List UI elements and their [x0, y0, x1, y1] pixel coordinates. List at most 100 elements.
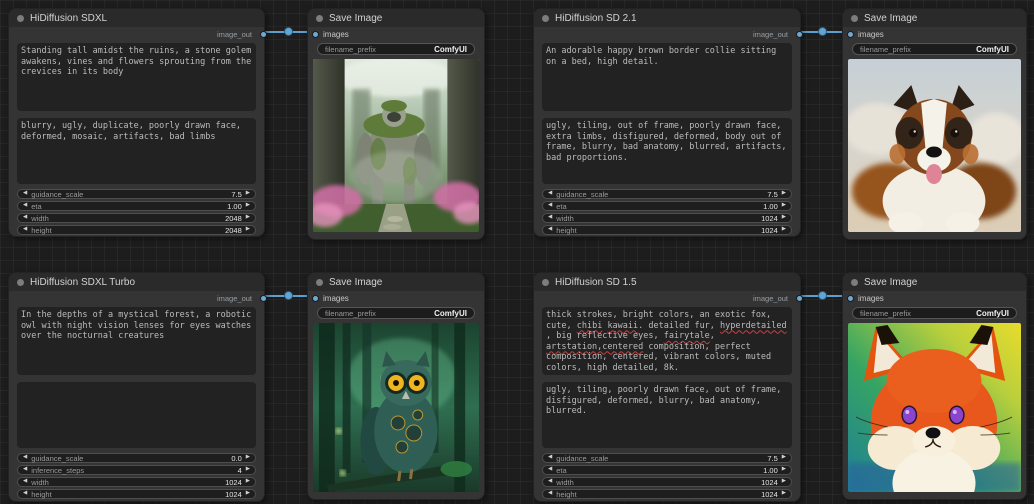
generated-image-golem[interactable] [313, 59, 479, 232]
widget-inference-steps[interactable]: ◀ inference_steps 4 ▶ [17, 465, 256, 475]
generated-image-owl[interactable] [313, 323, 479, 492]
decrement-arrow-icon[interactable]: ◀ [23, 215, 27, 221]
node-title-bar[interactable]: HiDiffusion SDXL Turbo [9, 273, 264, 291]
node-collapse-dot[interactable] [17, 14, 24, 22]
node-title-bar[interactable]: Save Image [843, 273, 1026, 291]
widget-eta[interactable]: ◀ eta 1.00 ▶ [17, 201, 256, 211]
link-reroute-dot[interactable] [284, 291, 293, 300]
decrement-arrow-icon[interactable]: ◀ [548, 191, 552, 197]
positive-prompt-textarea[interactable]: thick strokes, bright colors, an exotic … [542, 307, 792, 375]
widget-eta[interactable]: ◀ eta 1.00 ▶ [542, 465, 792, 475]
node-collapse-dot[interactable] [542, 278, 549, 286]
widget-guidance-scale[interactable]: ◀ guidance_scale 7.5 ▶ [542, 453, 792, 463]
link-reroute-dot[interactable] [818, 27, 827, 36]
link-reroute-dot[interactable] [284, 27, 293, 36]
filename-prefix-widget[interactable]: filename_prefix ComfyUI [852, 307, 1017, 319]
increment-arrow-icon[interactable]: ▶ [782, 491, 786, 497]
decrement-arrow-icon[interactable]: ◀ [548, 467, 552, 473]
decrement-arrow-icon[interactable]: ◀ [23, 203, 27, 209]
node-hidiffusion-sdxl[interactable]: HiDiffusion SDXL image_out Standing tall… [8, 8, 267, 237]
increment-arrow-icon[interactable]: ▶ [246, 491, 250, 497]
node-hidiffusion-sdxl-turbo[interactable]: HiDiffusion SDXL Turbo image_out In the … [8, 272, 267, 502]
negative-prompt-textarea[interactable] [17, 382, 256, 448]
image-out-port[interactable] [796, 31, 803, 38]
decrement-arrow-icon[interactable]: ◀ [23, 455, 27, 461]
widget-eta[interactable]: ◀ eta 1.00 ▶ [542, 201, 792, 211]
increment-arrow-icon[interactable]: ▶ [246, 227, 250, 233]
node-graph-canvas[interactable]: HiDiffusion SDXL image_out Standing tall… [0, 0, 1034, 504]
positive-prompt-textarea[interactable]: Standing tall amidst the ruins, a stone … [17, 43, 256, 111]
decrement-arrow-icon[interactable]: ◀ [548, 227, 552, 233]
increment-arrow-icon[interactable]: ▶ [246, 215, 250, 221]
widget-width[interactable]: ◀ width 1024 ▶ [542, 477, 792, 487]
increment-arrow-icon[interactable]: ▶ [782, 191, 786, 197]
node-title-bar[interactable]: HiDiffusion SD 1.5 [534, 273, 800, 291]
increment-arrow-icon[interactable]: ▶ [782, 215, 786, 221]
node-collapse-dot[interactable] [316, 278, 323, 286]
node-collapse-dot[interactable] [851, 14, 858, 22]
widget-width[interactable]: ◀ width 2048 ▶ [17, 213, 256, 223]
images-input-port[interactable] [312, 31, 319, 38]
increment-arrow-icon[interactable]: ▶ [246, 467, 250, 473]
widget-guidance-scale[interactable]: ◀ guidance_scale 0.0 ▶ [17, 453, 256, 463]
node-title-bar[interactable]: Save Image [308, 273, 484, 291]
node-hidiffusion-sd15[interactable]: HiDiffusion SD 1.5 image_out thick strok… [533, 272, 803, 502]
negative-prompt-textarea[interactable]: ugly, tiling, out of frame, poorly drawn… [542, 118, 792, 184]
images-input-port[interactable] [312, 295, 319, 302]
decrement-arrow-icon[interactable]: ◀ [548, 479, 552, 485]
increment-arrow-icon[interactable]: ▶ [782, 467, 786, 473]
link-reroute-dot[interactable] [818, 291, 827, 300]
image-out-port[interactable] [796, 295, 803, 302]
decrement-arrow-icon[interactable]: ◀ [23, 227, 27, 233]
widget-width[interactable]: ◀ width 1024 ▶ [542, 213, 792, 223]
widget-height[interactable]: ◀ height 1024 ▶ [542, 489, 792, 499]
increment-arrow-icon[interactable]: ▶ [782, 203, 786, 209]
node-collapse-dot[interactable] [316, 14, 323, 22]
decrement-arrow-icon[interactable]: ◀ [23, 191, 27, 197]
widget-height[interactable]: ◀ height 2048 ▶ [17, 225, 256, 235]
increment-arrow-icon[interactable]: ▶ [782, 455, 786, 461]
increment-arrow-icon[interactable]: ▶ [246, 191, 250, 197]
widget-guidance-scale[interactable]: ◀ guidance_scale 7.5 ▶ [17, 189, 256, 199]
widget-height[interactable]: ◀ height 1024 ▶ [542, 225, 792, 235]
node-collapse-dot[interactable] [851, 278, 858, 286]
images-input-port[interactable] [847, 295, 854, 302]
decrement-arrow-icon[interactable]: ◀ [23, 479, 27, 485]
images-input-port[interactable] [847, 31, 854, 38]
image-out-port[interactable] [260, 295, 267, 302]
widget-height[interactable]: ◀ height 1024 ▶ [17, 489, 256, 499]
decrement-arrow-icon[interactable]: ◀ [548, 203, 552, 209]
decrement-arrow-icon[interactable]: ◀ [23, 467, 27, 473]
negative-prompt-textarea[interactable]: blurry, ugly, duplicate, poorly drawn fa… [17, 118, 256, 184]
node-collapse-dot[interactable] [542, 14, 549, 22]
generated-image-dog[interactable] [848, 59, 1021, 232]
node-save-image-golem[interactable]: Save Image images filename_prefix ComfyU… [307, 8, 485, 240]
node-title-bar[interactable]: HiDiffusion SDXL [9, 9, 264, 27]
increment-arrow-icon[interactable]: ▶ [246, 479, 250, 485]
image-out-port[interactable] [260, 31, 267, 38]
increment-arrow-icon[interactable]: ▶ [246, 455, 250, 461]
node-save-image-owl[interactable]: Save Image images filename_prefix ComfyU… [307, 272, 485, 500]
node-title-bar[interactable]: Save Image [308, 9, 484, 27]
decrement-arrow-icon[interactable]: ◀ [23, 491, 27, 497]
positive-prompt-textarea[interactable]: In the depths of a mystical forest, a ro… [17, 307, 256, 375]
generated-image-fox[interactable] [848, 323, 1021, 492]
decrement-arrow-icon[interactable]: ◀ [548, 455, 552, 461]
node-title-bar[interactable]: Save Image [843, 9, 1026, 27]
increment-arrow-icon[interactable]: ▶ [246, 203, 250, 209]
negative-prompt-textarea[interactable]: ugly, tiling, poorly drawn face, out of … [542, 382, 792, 448]
filename-prefix-widget[interactable]: filename_prefix ComfyUI [317, 43, 475, 55]
decrement-arrow-icon[interactable]: ◀ [548, 491, 552, 497]
widget-guidance-scale[interactable]: ◀ guidance_scale 7.5 ▶ [542, 189, 792, 199]
positive-prompt-textarea[interactable]: An adorable happy brown border collie si… [542, 43, 792, 111]
node-hidiffusion-sd21[interactable]: HiDiffusion SD 2.1 image_out An adorable… [533, 8, 803, 237]
widget-width[interactable]: ◀ width 1024 ▶ [17, 477, 256, 487]
increment-arrow-icon[interactable]: ▶ [782, 479, 786, 485]
increment-arrow-icon[interactable]: ▶ [782, 227, 786, 233]
decrement-arrow-icon[interactable]: ◀ [548, 215, 552, 221]
node-save-image-fox[interactable]: Save Image images filename_prefix ComfyU… [842, 272, 1027, 500]
node-save-image-dog[interactable]: Save Image images filename_prefix ComfyU… [842, 8, 1027, 240]
filename-prefix-widget[interactable]: filename_prefix ComfyUI [852, 43, 1017, 55]
node-collapse-dot[interactable] [17, 278, 24, 286]
filename-prefix-widget[interactable]: filename_prefix ComfyUI [317, 307, 475, 319]
